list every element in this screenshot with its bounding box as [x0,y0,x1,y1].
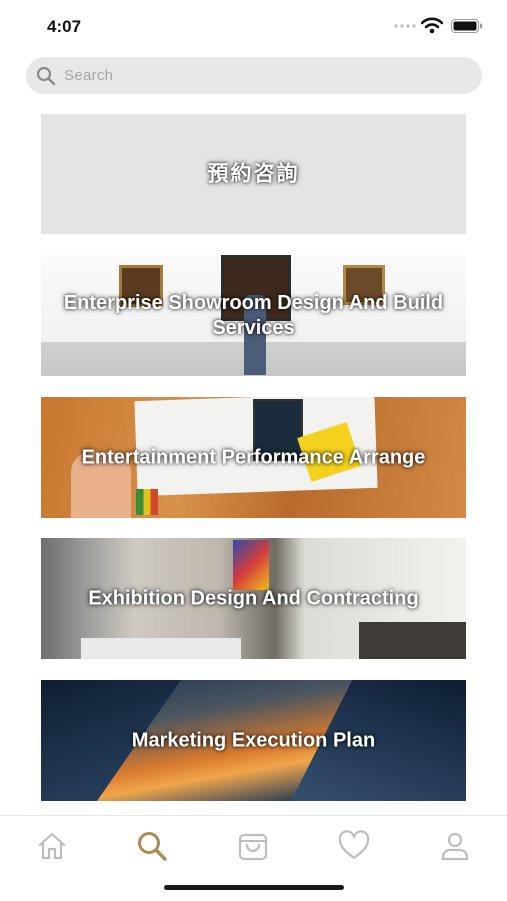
home-indicator[interactable] [164,885,344,890]
card-label: Exhibition Design And Contracting [88,587,419,609]
search-icon [138,832,167,861]
card-label: Entertainment Performance Arrange [81,446,426,468]
card-label: 預約咨詢 [207,162,300,186]
card-marketing-execution[interactable]: Marketing Execution Plan [41,680,466,801]
status-time: 4:07 [47,17,82,36]
profile-icon [441,832,469,861]
tab-cart[interactable] [236,829,270,863]
card-enterprise-showroom[interactable]: Enterprise Showroom Design And Build Ser… [41,255,466,376]
home-icon [38,832,66,860]
cellular-signal-icon [394,24,416,28]
heart-icon [338,830,370,860]
shopping-bag-icon [238,833,268,861]
card-entertainment-performance[interactable]: Entertainment Performance Arrange [41,397,466,518]
search-icon [36,66,56,86]
search-bar[interactable]: Search [26,57,482,94]
tab-profile[interactable] [438,829,472,863]
status-bar: 4:07 [0,0,507,50]
card-label: Enterprise Showroom Design And Build Ser… [63,291,444,339]
tab-favorites[interactable] [337,829,371,863]
wifi-icon [421,17,443,34]
battery-icon [451,19,483,33]
card-exhibition-design[interactable]: Exhibition Design And Contracting [41,538,466,659]
card-label: Marketing Execution Plan [131,729,376,751]
card-booking-consultation[interactable]: 預約咨詢 [41,114,466,234]
search-input-placeholder[interactable]: Search [64,67,113,84]
tab-search[interactable] [135,829,169,863]
tab-home[interactable] [35,829,69,863]
